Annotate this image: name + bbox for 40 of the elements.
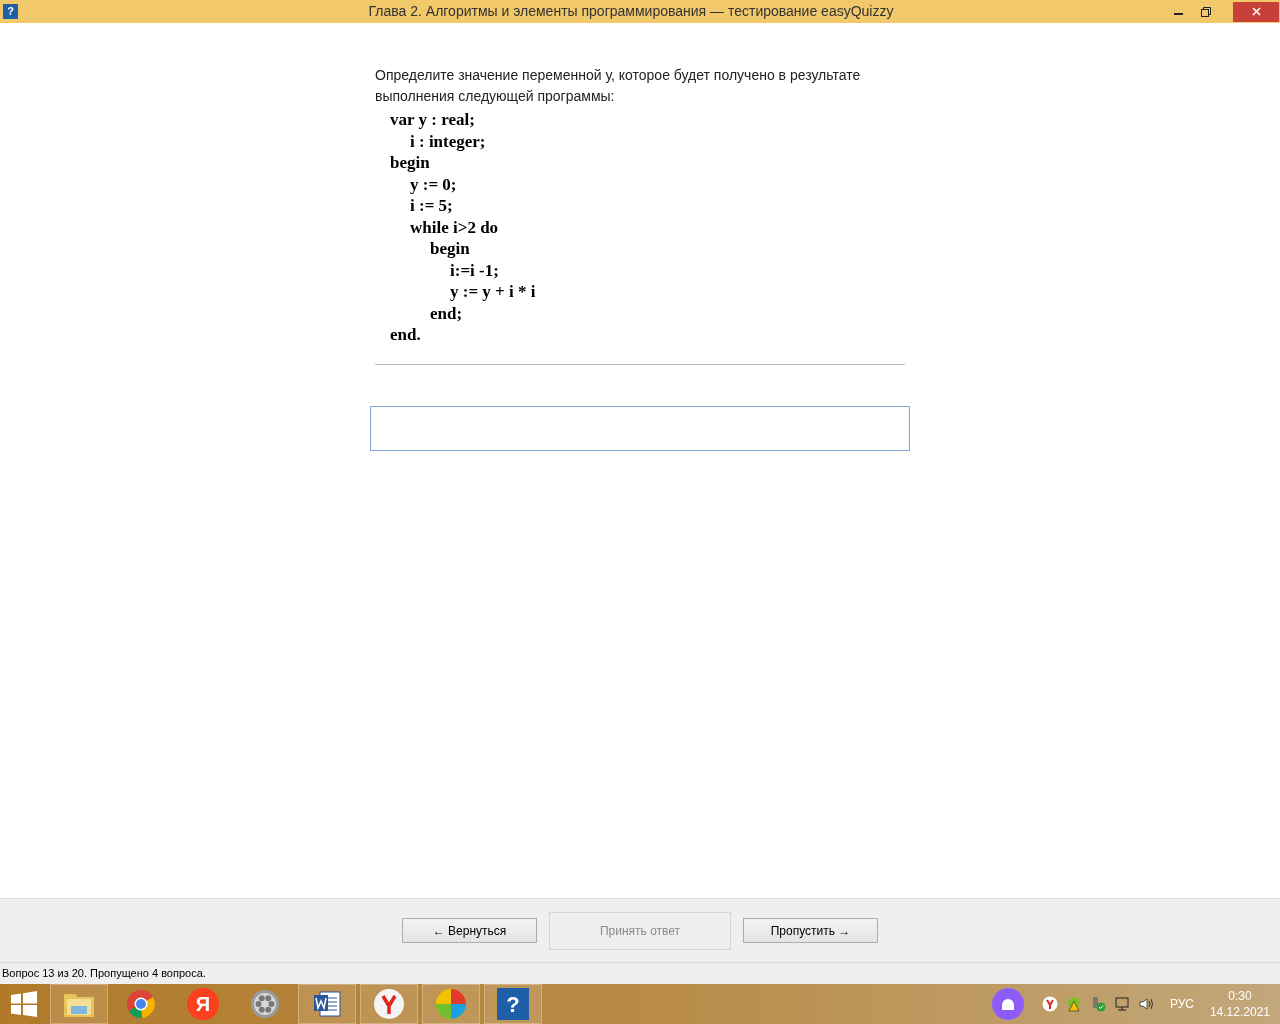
close-icon <box>1251 7 1261 16</box>
chrome-logo-icon[interactable] <box>126 989 156 1019</box>
question-app-icon[interactable]: ? <box>497 988 529 1020</box>
warning-tray-icon[interactable] <box>1065 996 1082 1012</box>
status-text: Вопрос 13 из 20. Пропущено 4 вопроса. <box>2 966 206 982</box>
app-icon[interactable]: ? <box>3 4 18 19</box>
code-line: begin <box>390 152 431 174</box>
windows-logo-icon[interactable] <box>11 991 37 1017</box>
code-line: end. <box>390 324 422 346</box>
yandex-logo-icon[interactable]: Я <box>187 988 219 1020</box>
taskbar-button[interactable] <box>360 984 418 1024</box>
word-document-icon[interactable] <box>312 989 342 1019</box>
window-title: Глава 2. Алгоритмы и элементы программирования — тестирование easyQuizzy <box>368 2 894 21</box>
close-button[interactable] <box>1233 1 1279 22</box>
skip-button[interactable]: Пропустить → <box>743 918 878 943</box>
taskbar-button[interactable]: Я <box>174 984 232 1024</box>
code-line: begin <box>429 238 471 260</box>
answer-field[interactable] <box>370 405 910 451</box>
y-browser-icon[interactable] <box>373 988 405 1020</box>
code-line: i:=i -1; <box>449 259 500 281</box>
taskbar-button[interactable]: ? <box>484 984 542 1024</box>
code-line: y := y + i * i <box>449 281 537 303</box>
code-line: end; <box>429 302 464 324</box>
taskbar-button[interactable] <box>298 984 356 1024</box>
y-browser-tray-icon[interactable] <box>1041 996 1058 1012</box>
question-text: Определите значение переменной у, которое будет получено в результате выполнения следующей программы: <box>375 66 862 106</box>
assistant-icon[interactable] <box>991 988 1024 1020</box>
colorful-ball-icon[interactable] <box>435 988 467 1020</box>
back-button[interactable]: ← Вернуться <box>402 918 537 943</box>
clock-date: 14.12.2021 <box>1209 1004 1270 1020</box>
code-line: var y : real; <box>390 109 476 131</box>
clock-time: 0:30 <box>1228 988 1252 1004</box>
code-line: y := 0; <box>409 173 458 195</box>
speaker-tray-icon[interactable] <box>1137 996 1154 1012</box>
code-line: i := 5; <box>409 195 454 217</box>
restore-icon[interactable] <box>1201 6 1211 17</box>
network-tray-icon[interactable] <box>1113 996 1130 1012</box>
code-line: i : integer; <box>409 130 487 152</box>
film-reel-icon[interactable] <box>250 989 280 1019</box>
code-line: while i>2 do <box>409 216 500 238</box>
